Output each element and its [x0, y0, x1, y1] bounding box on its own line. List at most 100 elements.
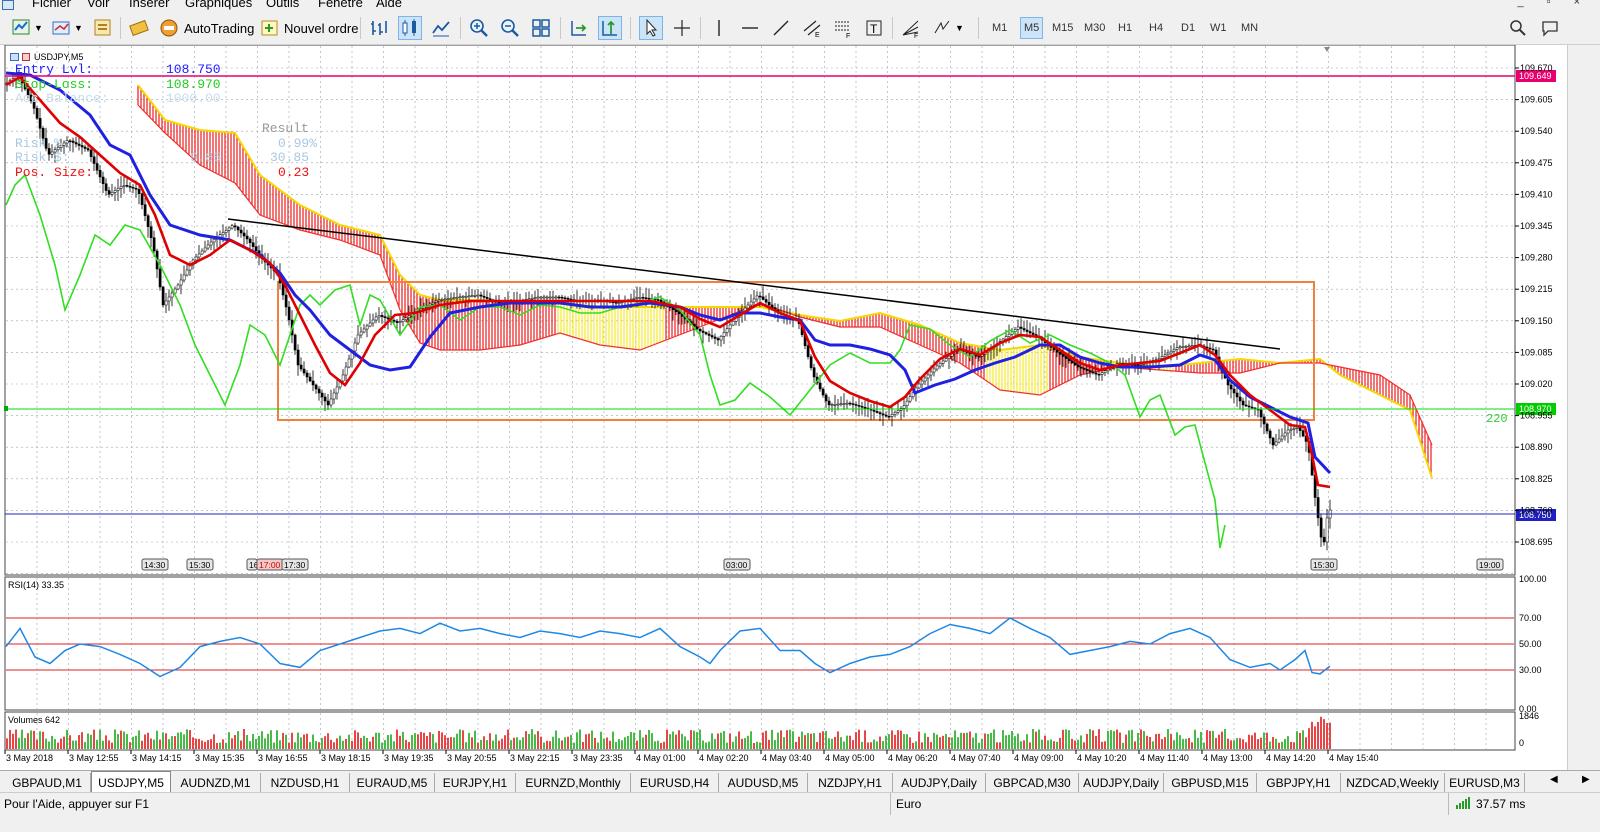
connection-status-icon[interactable]	[1456, 797, 1472, 809]
candle-body	[383, 316, 387, 319]
autotrading-button[interactable]: AutoTrading	[158, 17, 254, 39]
menu-inserer[interactable]: Insérer	[129, 0, 169, 11]
timeframe-mn[interactable]: MN	[1241, 17, 1258, 39]
tab-audjpy-daily[interactable]: AUDJPY,Daily	[1079, 773, 1164, 792]
timeframe-m5[interactable]: M5	[1020, 17, 1044, 39]
fibo-fan-icon[interactable]: F	[900, 17, 922, 39]
tab-eurusd-m3[interactable]: EURUSD,M3	[1445, 773, 1525, 792]
candle-body	[1232, 388, 1236, 394]
menu-aide[interactable]: Aide	[376, 0, 402, 11]
new-order-button[interactable]: Nouvel ordre	[259, 17, 358, 39]
chevron-down-icon[interactable]: ▼	[34, 17, 43, 39]
chevron-down-icon[interactable]: ▼	[74, 17, 83, 39]
candle-body	[542, 296, 546, 299]
timeframe-h4[interactable]: H4	[1149, 17, 1163, 39]
timeframe-w1[interactable]: W1	[1210, 17, 1227, 39]
chat-icon[interactable]	[1540, 17, 1560, 39]
tab-audnzd-m1[interactable]: AUDNZD,M1	[171, 773, 261, 792]
tab-audjpy-daily[interactable]: AUDJPY,Daily	[893, 773, 986, 792]
window-controls[interactable]: _ ▫ ×	[1517, 0, 1590, 8]
menu-voir[interactable]: Voir	[87, 0, 109, 11]
vertical-line-icon[interactable]	[708, 17, 730, 39]
candle-body	[122, 185, 126, 187]
chart-window[interactable]: 109.649 108.970 108.750 220 109.670 109.6…	[0, 45, 1567, 770]
tab-gbpusd-m15[interactable]: GBPUSD,M15	[1164, 773, 1257, 792]
menu-graphiques[interactable]: Graphiques	[185, 0, 252, 11]
chart-canvas[interactable]: 109.649 108.970 108.750 220 109.670109.6…	[0, 45, 1567, 770]
candle-body	[1268, 430, 1272, 439]
bar-chart-icon[interactable]	[368, 17, 390, 39]
tabs-scroll-right-icon[interactable]: ▶	[1582, 774, 1590, 785]
line-chart-icon[interactable]	[430, 17, 452, 39]
candle-body	[1169, 350, 1173, 354]
timeframe-m30[interactable]: M30	[1084, 17, 1105, 39]
auto-scroll-icon[interactable]	[568, 17, 590, 39]
tab-eurnzd-monthly[interactable]: EURNZD,Monthly	[516, 773, 631, 792]
chart-shift-marker[interactable]	[1324, 47, 1330, 52]
zoom-in-icon[interactable]	[468, 17, 490, 39]
menu-fenetre[interactable]: Fenêtre	[318, 0, 363, 11]
candle-body	[170, 292, 174, 298]
price-axis: 109.670 109.605 109.540 109.475 109.410 109.3…	[1515, 63, 1553, 547]
timeframe-m15[interactable]: M15	[1052, 17, 1073, 39]
text-icon[interactable]: T	[863, 17, 885, 39]
menu-fichier[interactable]: Fichier	[32, 0, 71, 11]
tab-audusd-m5[interactable]: AUDUSD,M5	[719, 773, 808, 792]
tabs-scroll-left-icon[interactable]: ◀	[1550, 774, 1558, 785]
tile-windows-icon[interactable]	[530, 17, 552, 39]
equidistant-channel-icon[interactable]: E	[801, 17, 823, 39]
tab-eurusd-h4[interactable]: EURUSD,H4	[631, 773, 719, 792]
tab-nzdusd-h1[interactable]: NZDUSD,H1	[261, 773, 350, 792]
candle-body	[74, 142, 78, 145]
zoom-out-icon[interactable]	[499, 17, 521, 39]
timeframe-m1[interactable]: M1	[992, 17, 1007, 39]
candle-body	[1097, 373, 1101, 376]
candle-body	[1070, 360, 1074, 364]
search-icon[interactable]	[1508, 17, 1528, 39]
tab-gbpaud-m1[interactable]: GBPAUD,M1	[4, 773, 91, 792]
time-tick-label: 3 May 18:15	[321, 753, 371, 763]
fibonacci-icon[interactable]: F	[832, 17, 854, 39]
status-separator	[1448, 793, 1449, 815]
tab-eurjpy-h1[interactable]: EURJPY,H1	[435, 773, 516, 792]
candle-body	[248, 238, 252, 243]
candle-body	[917, 383, 921, 389]
candle-body	[356, 334, 360, 344]
candle-body	[554, 296, 558, 299]
metaeditor-icon[interactable]	[128, 17, 150, 39]
market-watch-icon[interactable]	[92, 17, 114, 39]
candle-body	[671, 307, 675, 310]
candle-body	[242, 232, 246, 237]
app-icon[interactable]	[2, 0, 14, 10]
candle-body	[1031, 332, 1035, 335]
tab-nzdjpy-h1[interactable]: NZDJPY,H1	[808, 773, 893, 792]
trendline[interactable]	[227, 218, 1281, 350]
candle-body	[380, 315, 384, 317]
horizontal-line-icon[interactable]	[739, 17, 761, 39]
chart-shift-icon[interactable]	[598, 16, 622, 40]
candle-body	[347, 358, 351, 368]
crosshair-icon[interactable]	[671, 17, 693, 39]
new-chart-icon[interactable]	[10, 17, 34, 39]
price-tick-label: 109.670	[1520, 63, 1553, 73]
menu-outils[interactable]: Outils	[266, 0, 299, 11]
shapes-icon[interactable]	[931, 17, 953, 39]
timeframe-h1[interactable]: H1	[1118, 17, 1132, 39]
trendline-icon[interactable]	[770, 17, 792, 39]
tab-gbpcad-m30[interactable]: GBPCAD,M30	[986, 773, 1079, 792]
candle-body	[296, 349, 300, 366]
candle-body	[647, 297, 651, 300]
profiles-icon[interactable]	[50, 17, 74, 39]
candle-body	[902, 405, 906, 409]
cursor-icon[interactable]	[639, 16, 663, 40]
rsi-levels: 100.0070.0050.0030.000.00	[6, 574, 1547, 714]
candle-body	[929, 371, 933, 376]
timeframe-d1[interactable]: D1	[1181, 17, 1195, 39]
tab-usdjpy-m5[interactable]: USDJPY,M5	[91, 771, 171, 793]
candlestick-icon[interactable]	[398, 16, 422, 40]
tab-euraud-m5[interactable]: EURAUD,M5	[350, 773, 435, 792]
chevron-down-icon[interactable]: ▼	[955, 17, 964, 39]
tab-nzdcad-weekly[interactable]: NZDCAD,Weekly	[1341, 773, 1445, 792]
candle-body	[848, 402, 852, 405]
tab-gbpjpy-h1[interactable]: GBPJPY,H1	[1257, 773, 1341, 792]
